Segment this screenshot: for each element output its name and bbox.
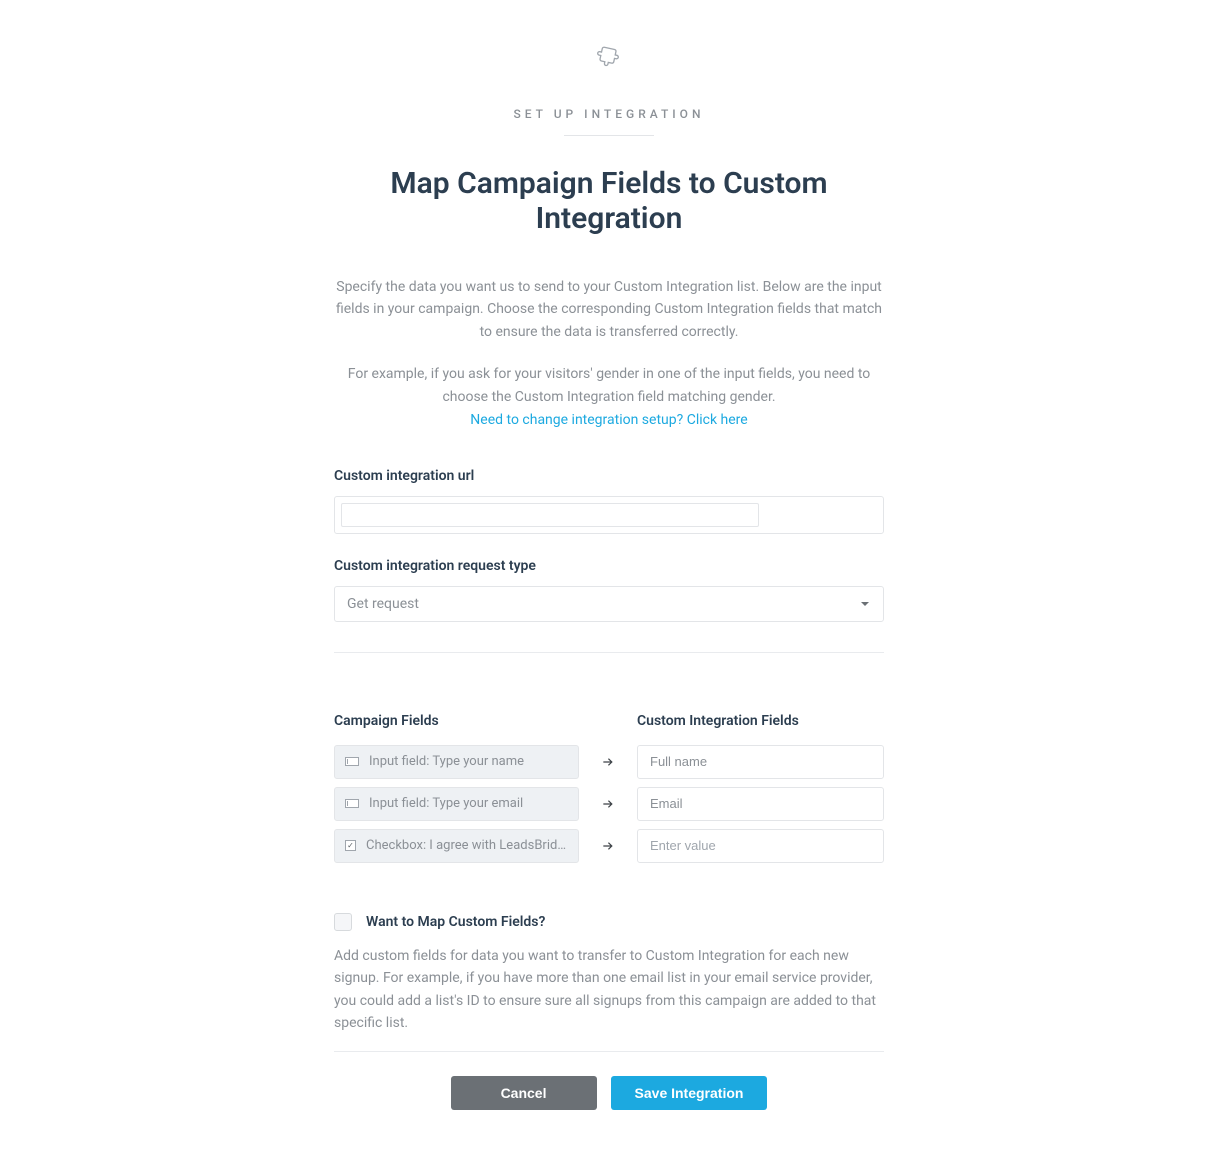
section-divider — [334, 652, 884, 653]
kicker-text: SET UP INTEGRATION — [334, 107, 884, 121]
campaign-fields-heading: Campaign Fields — [334, 713, 439, 729]
request-type-group: Custom integration request type Get requ… — [334, 558, 884, 622]
button-row: Cancel Save Integration — [334, 1076, 884, 1110]
page-title: Map Campaign Fields to Custom Integratio… — [334, 166, 884, 236]
input-field-icon — [345, 799, 359, 808]
request-type-label: Custom integration request type — [334, 558, 884, 574]
puzzle-icon — [334, 45, 884, 77]
campaign-field: Input field: Type your name — [334, 745, 579, 779]
cancel-button[interactable]: Cancel — [451, 1076, 597, 1110]
request-type-value: Get request — [347, 596, 419, 612]
url-input[interactable] — [341, 503, 759, 527]
url-group: Custom integration url — [334, 468, 884, 534]
map-custom-fields-checkbox[interactable] — [334, 913, 352, 931]
mapping-row: Input field: Type your name — [334, 745, 884, 779]
campaign-field-label: Checkbox: I agree with LeadsBridge pr — [366, 838, 568, 853]
integration-fields-heading: Custom Integration Fields — [637, 713, 799, 729]
url-label: Custom integration url — [334, 468, 884, 484]
campaign-field: Checkbox: I agree with LeadsBridge pr — [334, 829, 579, 863]
chevron-down-icon — [861, 602, 869, 606]
map-custom-fields-label: Want to Map Custom Fields? — [366, 914, 545, 930]
change-setup-link[interactable]: Need to change integration setup? Click … — [334, 412, 884, 428]
save-integration-button[interactable]: Save Integration — [611, 1076, 768, 1110]
input-field-icon — [345, 757, 359, 766]
custom-fields-description: Add custom fields for data you want to t… — [334, 945, 884, 1035]
campaign-field-label: Input field: Type your name — [369, 754, 524, 769]
footer-divider — [334, 1051, 884, 1052]
campaign-field: Input field: Type your email — [334, 787, 579, 821]
url-input-wrap — [334, 496, 884, 534]
arrow-right-icon — [579, 797, 637, 811]
mapping-row: Checkbox: I agree with LeadsBridge pr — [334, 829, 884, 863]
request-type-select[interactable]: Get request — [334, 586, 884, 622]
intro-paragraph-1: Specify the data you want us to send to … — [334, 276, 884, 343]
integration-field-input[interactable] — [637, 829, 884, 863]
custom-fields-section: Want to Map Custom Fields? Add custom fi… — [334, 913, 884, 1035]
integration-field-input[interactable] — [637, 745, 884, 779]
mapping-row: Input field: Type your email — [334, 787, 884, 821]
arrow-right-icon — [579, 839, 637, 853]
checkbox-field-icon — [345, 840, 356, 851]
campaign-field-label: Input field: Type your email — [369, 796, 523, 811]
page-container: SET UP INTEGRATION Map Campaign Fields t… — [184, 0, 1034, 1150]
divider — [564, 135, 654, 136]
intro-paragraph-2: For example, if you ask for your visitor… — [334, 363, 884, 408]
integration-field-input[interactable] — [637, 787, 884, 821]
columns-header: Campaign Fields Custom Integration Field… — [334, 713, 884, 729]
arrow-right-icon — [579, 755, 637, 769]
